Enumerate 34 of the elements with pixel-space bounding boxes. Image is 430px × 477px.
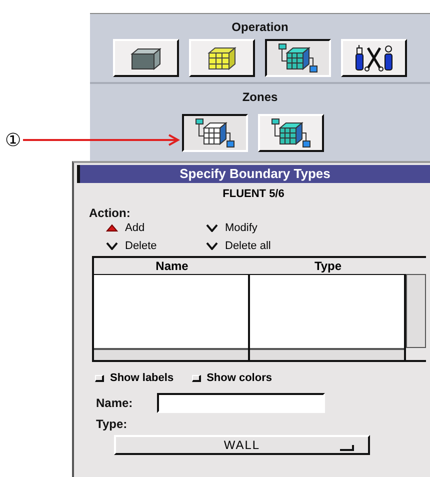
section-title: Operation <box>230 19 290 34</box>
zone-button[interactable] <box>182 114 248 152</box>
radio-label: Add <box>125 222 145 234</box>
dialog-title: Specify Boundary Types <box>77 165 430 183</box>
section-title: Zones <box>241 89 279 104</box>
grid-cube-icon <box>206 45 238 71</box>
linked-grid-icon <box>278 43 318 73</box>
radio-label: Modify <box>225 222 258 234</box>
radio-label: Delete all <box>225 240 271 252</box>
checkbox-label: Show colors <box>206 372 272 384</box>
radio-label: Delete <box>125 240 157 252</box>
radio-button[interactable] <box>106 242 118 250</box>
callout-number: ① <box>5 130 21 150</box>
vertical-scrollbar[interactable] <box>406 274 426 348</box>
tool-button[interactable] <box>265 39 331 77</box>
column-header: Type <box>313 258 343 274</box>
checkbox[interactable] <box>95 374 104 382</box>
radio-button[interactable] <box>206 224 218 232</box>
radio-button[interactable] <box>206 242 218 250</box>
horizontal-scrollbar[interactable] <box>250 348 404 360</box>
action-label: Action: <box>89 206 132 220</box>
checkbox[interactable] <box>192 374 201 382</box>
radio-button[interactable] <box>106 224 118 232</box>
column-header: Name <box>154 258 190 274</box>
checkbox-label: Show labels <box>110 372 174 384</box>
linked-grid-icon <box>271 118 311 148</box>
name-field[interactable] <box>156 393 325 413</box>
type-dropdown[interactable]: WALL <box>114 435 370 455</box>
name-label: Name: <box>96 396 133 410</box>
box-icon <box>129 46 163 70</box>
dialog-subtitle: FLUENT 5/6 <box>222 188 286 200</box>
type-label: Type: <box>96 417 128 431</box>
horizontal-scrollbar[interactable] <box>94 348 248 360</box>
linked-grid-icon <box>195 118 235 148</box>
